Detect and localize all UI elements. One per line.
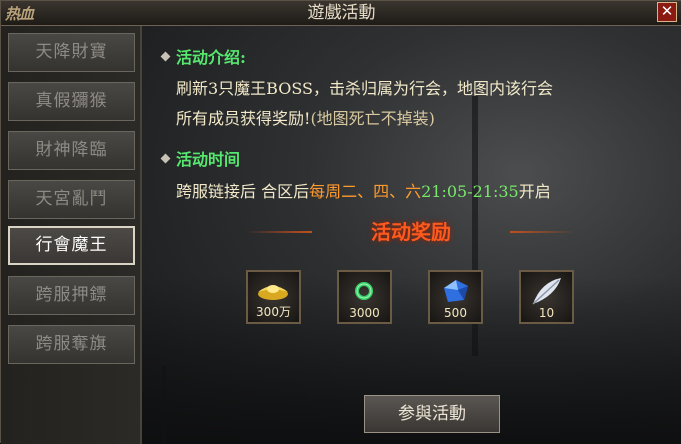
reward-count: 500 bbox=[444, 306, 467, 320]
join-activity-button[interactable]: 参與活動 bbox=[364, 395, 500, 433]
intro-title: 活动介绍: bbox=[176, 48, 246, 67]
activity-detail-panel: 活动介绍: 刷新3只魔王BOSS，击杀归属为行会，地图内该行会 所有成员获得奖励… bbox=[142, 26, 681, 444]
reward-count: 300万 bbox=[256, 305, 291, 319]
intro-line-2: 所有成员获得奖励!(地图死亡不掉装) bbox=[176, 105, 435, 129]
reward-count: 3000 bbox=[349, 306, 380, 320]
time-prefix: 跨服链接后 合区后 bbox=[176, 182, 310, 201]
intro-line-1: 刷新3只魔王BOSS，击杀归属为行会，地图内该行会 bbox=[176, 79, 553, 98]
ornament-left bbox=[246, 231, 312, 233]
reward-title: 活动奖励 bbox=[371, 220, 451, 244]
close-button[interactable]: ✕ bbox=[657, 2, 677, 22]
sidebar-item-caishen[interactable]: 財神降臨 bbox=[8, 131, 135, 170]
activity-window: 热血 遊戲活動 ✕ 天降財寶 真假獼猴 財神降臨 天宮亂鬥 行會魔王 跨服押鏢 … bbox=[0, 0, 681, 444]
window-title: 遊戲活動 bbox=[307, 3, 376, 23]
sidebar-item-hanghui-mowang[interactable]: 行會魔王 bbox=[8, 226, 135, 265]
time-title: 活动时间 bbox=[176, 150, 241, 169]
time-range: 21:05-21:35 bbox=[421, 182, 519, 201]
close-icon[interactable]: ✕ bbox=[661, 2, 674, 20]
sidebar-item-tianjiang[interactable]: 天降財寶 bbox=[8, 33, 135, 72]
time-line: 跨服链接后 合区后每周二、四、六21:05-21:35开启 bbox=[176, 178, 551, 202]
sidebar-item-tiangong[interactable]: 天宮亂鬥 bbox=[8, 180, 135, 219]
intro-line-2-note: (地图死亡不掉装) bbox=[310, 109, 435, 128]
reward-item-ring[interactable]: 3000 bbox=[337, 270, 392, 324]
reward-item-gold[interactable]: 300万 bbox=[246, 270, 301, 324]
intro-line-2-main: 所有成员获得奖励! bbox=[176, 109, 311, 128]
reward-item-feather[interactable]: 10 bbox=[519, 270, 574, 324]
sidebar-item-zhenjia[interactable]: 真假獼猴 bbox=[8, 82, 135, 121]
bullet-icon bbox=[160, 153, 171, 164]
activity-sidebar: 天降財寶 真假獼猴 財神降臨 天宮亂鬥 行會魔王 跨服押鏢 跨服奪旗 bbox=[1, 26, 142, 444]
background-pole bbox=[162, 366, 166, 444]
title-bar: 热血 遊戲活動 ✕ bbox=[1, 1, 681, 26]
time-days: 每周二、四、六 bbox=[309, 182, 422, 201]
bullet-icon bbox=[160, 51, 171, 62]
sidebar-item-kuafu-duoqi[interactable]: 跨服奪旗 bbox=[8, 325, 135, 364]
reward-item-gem[interactable]: 500 bbox=[428, 270, 483, 324]
ornament-right bbox=[510, 231, 576, 233]
sidebar-item-kuafu-yabiao[interactable]: 跨服押鏢 bbox=[8, 276, 135, 315]
reward-header: 活动奖励 bbox=[246, 217, 576, 247]
reward-count: 10 bbox=[538, 306, 555, 320]
time-suffix: 开启 bbox=[518, 182, 551, 201]
